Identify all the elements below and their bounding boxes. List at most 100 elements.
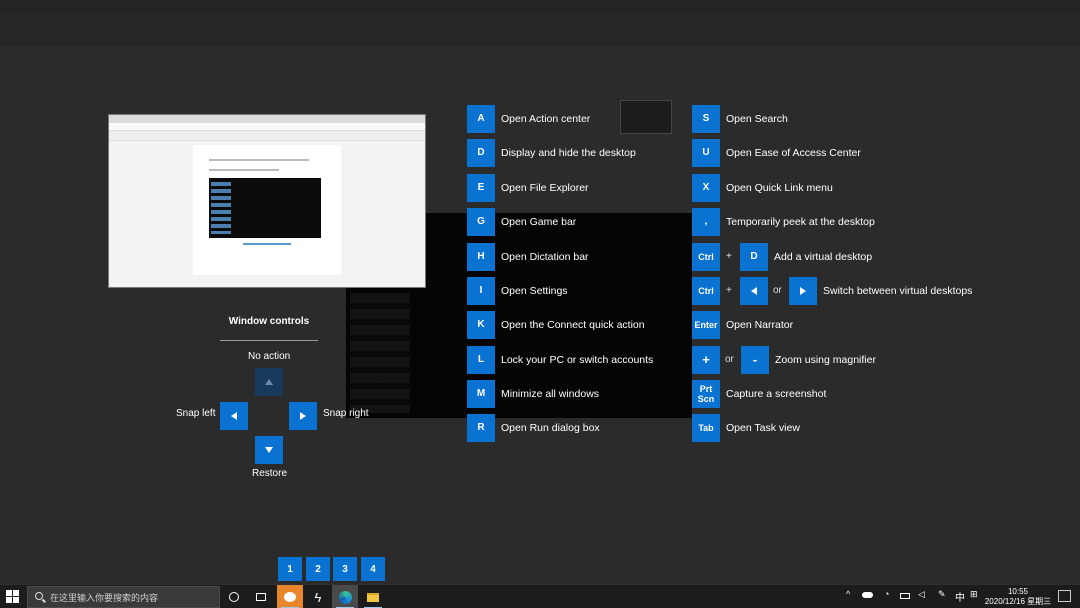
app-number-badge: 1	[278, 557, 302, 581]
key-ctrl: Ctrl	[692, 277, 720, 305]
key-enter: Enter	[692, 311, 720, 339]
key-g: G	[467, 208, 495, 236]
key-i: I	[467, 277, 495, 305]
shortcut-desc: Open Task view	[726, 422, 800, 434]
taskbar: 在这里输入你要搜索的内容 ϟ ^ ◔ ◁ ✎ 中 ⊞ 10:55 2020/12…	[0, 584, 1080, 608]
cortana-button[interactable]	[226, 589, 242, 605]
arrow-down-icon	[265, 447, 273, 453]
shortcut-desc: Switch between virtual desktops	[823, 285, 973, 297]
taskbar-search-box[interactable]: 在这里输入你要搜索的内容	[27, 586, 220, 608]
wechat-app-button[interactable]	[277, 585, 303, 608]
key-tab: Tab	[692, 414, 720, 442]
taskbar-clock[interactable]: 10:55 2020/12/16 星期三	[984, 587, 1052, 607]
edge-browser-icon	[338, 590, 352, 604]
task-view-button[interactable]	[253, 589, 269, 605]
snap-left-button[interactable]	[220, 402, 248, 430]
key-u: U	[692, 139, 720, 167]
notification-center-icon[interactable]	[1058, 590, 1071, 602]
app-number-badge: 2	[306, 557, 330, 581]
shortcut-desc: Open Settings	[501, 285, 568, 297]
key-minus: -	[741, 346, 769, 374]
key-h: H	[467, 243, 495, 271]
lightning-bolt-icon: ϟ	[314, 589, 322, 605]
key-prtscn: Prt Scn	[692, 380, 720, 408]
wechat-icon	[284, 592, 296, 602]
preview-document-page	[193, 145, 341, 275]
snap-up-button[interactable]	[255, 368, 283, 396]
key-d: D	[467, 139, 495, 167]
background-dialog-box	[620, 100, 672, 134]
shortcut-desc: Capture a screenshot	[726, 388, 827, 400]
network-icon[interactable]: ◔	[884, 589, 889, 599]
arrow-left-icon	[751, 287, 757, 295]
snap-right-button[interactable]	[289, 402, 317, 430]
plus-sign: +	[726, 251, 732, 262]
key-right-arrow	[789, 277, 817, 305]
pen-icon[interactable]: ✎	[938, 589, 946, 600]
folder-icon	[367, 592, 379, 602]
or-text: or	[773, 285, 782, 296]
cortana-circle-icon	[229, 592, 239, 602]
background-address-bar	[0, 14, 1080, 46]
arrow-left-icon	[231, 412, 237, 420]
shortcut-desc: Display and hide the desktop	[501, 147, 636, 159]
arrow-up-icon	[265, 379, 273, 385]
onedrive-cloud-icon[interactable]	[862, 592, 873, 598]
shortcut-desc: Minimize all windows	[501, 388, 600, 400]
shortcut-desc: Open Game bar	[501, 216, 577, 228]
no-action-label: No action	[248, 351, 291, 362]
key-d: D	[740, 243, 768, 271]
chevron-up-icon[interactable]: ^	[846, 589, 850, 599]
task-view-icon	[256, 593, 266, 601]
app-number-badge: 4	[361, 557, 385, 581]
search-placeholder: 在这里输入你要搜索的内容	[50, 592, 159, 603]
shortcut-desc: Zoom using magnifier	[775, 354, 876, 366]
key-plus: +	[692, 346, 720, 374]
battery-icon[interactable]	[900, 593, 910, 599]
plus-sign: +	[726, 285, 732, 296]
shortcut-desc: Add a virtual desktop	[774, 251, 873, 263]
app-number-badge: 3	[333, 557, 357, 581]
shortcut-desc: Open Run dialog box	[501, 422, 600, 434]
key-left-arrow	[740, 277, 768, 305]
ime-indicator[interactable]: 中	[955, 589, 965, 604]
arrow-right-icon	[300, 412, 306, 420]
shortcut-desc: Open Ease of Access Center	[726, 147, 861, 159]
key-a: A	[467, 105, 495, 133]
shortcut-desc: Lock your PC or switch accounts	[501, 354, 654, 366]
bolt-app-button[interactable]: ϟ	[305, 585, 331, 608]
window-controls-title: Window controls	[228, 316, 310, 327]
key-m: M	[467, 380, 495, 408]
window-controls-divider	[220, 340, 318, 341]
or-text: or	[725, 354, 734, 365]
windows-logo-icon	[6, 590, 12, 596]
key-s: S	[692, 105, 720, 133]
shortcut-desc: Open Search	[726, 113, 788, 125]
snap-right-label: Snap right	[323, 408, 369, 419]
restore-label: Restore	[252, 468, 288, 479]
snap-left-label: Snap left	[176, 408, 216, 419]
restore-button[interactable]	[255, 436, 283, 464]
key-ctrl: Ctrl	[692, 243, 720, 271]
shortcut-desc: Open Quick Link menu	[726, 182, 833, 194]
volume-icon[interactable]: ◁	[918, 589, 925, 600]
keyboard-icon[interactable]: ⊞	[970, 589, 978, 600]
start-button[interactable]	[6, 590, 20, 604]
search-icon	[35, 592, 43, 600]
shortcut-desc: Open the Connect quick action	[501, 319, 645, 331]
shortcut-desc: Open Action center	[501, 113, 591, 125]
preview-screenshot-image	[209, 178, 321, 238]
file-explorer-app-button[interactable]	[360, 585, 386, 608]
key-k: K	[467, 311, 495, 339]
clock-date: 2020/12/16 星期三	[984, 597, 1052, 606]
key-x: X	[692, 174, 720, 202]
key-r: R	[467, 414, 495, 442]
background-browser-tabs	[0, 0, 1080, 14]
shortcut-desc: Temporarily peek at the desktop	[726, 216, 875, 228]
shortcut-desc: Open File Explorer	[501, 182, 589, 194]
shortcut-desc: Open Dictation bar	[501, 251, 589, 263]
edge-app-button[interactable]	[332, 585, 358, 608]
window-preview-thumbnail[interactable]	[108, 114, 426, 288]
key-e: E	[467, 174, 495, 202]
shortcut-desc: Open Narrator	[726, 319, 794, 331]
